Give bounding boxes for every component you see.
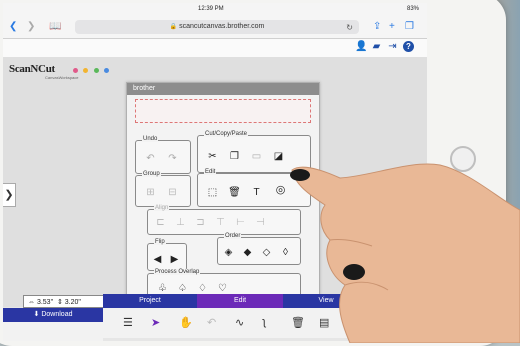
- hand-shape: [291, 163, 520, 343]
- nail-icon: [290, 169, 310, 181]
- pointing-hand: [290, 163, 520, 343]
- nail-icon: [343, 264, 365, 280]
